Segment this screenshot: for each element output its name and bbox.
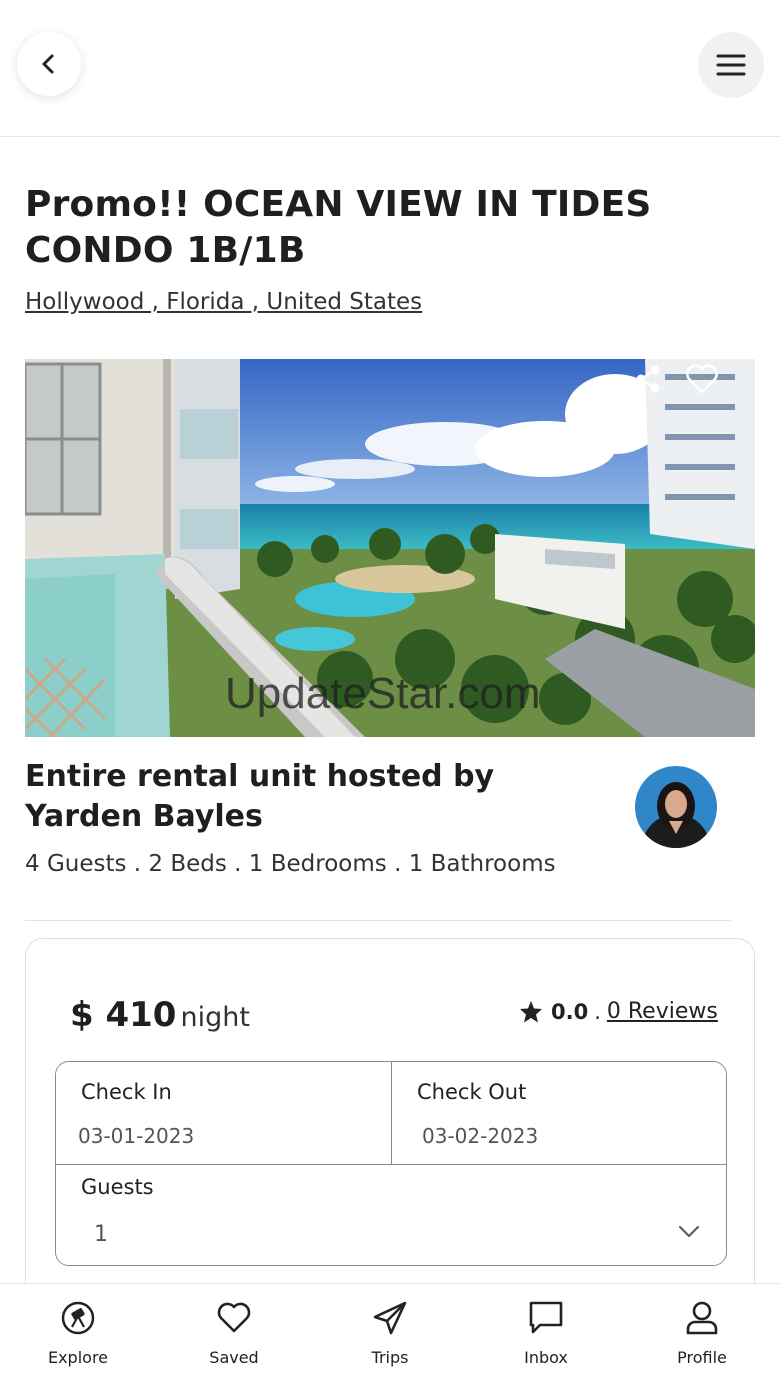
listing-title: Promo!! OCEAN VIEW IN TIDES CONDO 1B/1B (25, 184, 652, 271)
listing-location-link[interactable]: Hollywood , Florida , United States (25, 289, 422, 315)
host-avatar[interactable] (635, 766, 717, 848)
check-in-label: Check In (81, 1080, 172, 1104)
message-icon (529, 1301, 563, 1334)
field-divider-vertical (391, 1062, 392, 1164)
check-out-label: Check Out (417, 1080, 527, 1104)
listing-photo[interactable]: UpdateStar.com (25, 359, 755, 737)
user-icon (686, 1301, 718, 1335)
booking-card: $ 410 night 0.0 . 0 Reviews Check In 03-0… (25, 938, 755, 1318)
nav-item-inbox[interactable]: Inbox (486, 1284, 606, 1387)
reviews-link[interactable]: 0 Reviews (607, 999, 718, 1024)
section-divider (25, 920, 731, 921)
nav-item-explore[interactable]: Explore (18, 1284, 138, 1387)
favorite-button[interactable] (680, 359, 724, 399)
bottom-nav: Explore Saved Trips Inbox Profile (0, 1283, 780, 1387)
guests-select[interactable]: Guests 1 (56, 1165, 726, 1265)
check-in-field[interactable]: Check In 03-01-2023 (56, 1062, 391, 1164)
nav-item-label: Explore (47, 1348, 109, 1367)
nav-item-profile[interactable]: Profile (642, 1284, 762, 1387)
share-button[interactable] (630, 361, 666, 397)
chevron-left-icon (42, 54, 54, 74)
back-button[interactable] (17, 32, 81, 96)
check-out-field[interactable]: Check Out 03-02-2023 (392, 1062, 726, 1164)
heart-icon (217, 1302, 251, 1333)
host-title: Entire rental unit hosted by Yarden Bayl… (25, 759, 495, 834)
star-icon (520, 1000, 542, 1022)
price-unit: night (180, 1002, 250, 1033)
guests-label: Guests (81, 1175, 154, 1199)
price: $ 410 night (70, 995, 250, 1035)
listing-specs: 4 Guests . 2 Beds . 1 Bedrooms . 1 Bathr… (25, 851, 556, 877)
rating-score: 0.0 (551, 999, 589, 1024)
nav-item-label: Inbox (524, 1348, 568, 1367)
share-icon (636, 365, 660, 393)
nav-item-saved[interactable]: Saved (174, 1284, 294, 1387)
paper-plane-icon (373, 1301, 407, 1335)
rating: 0.0 . 0 Reviews (519, 999, 718, 1024)
check-in-value: 03-01-2023 (78, 1124, 195, 1148)
field-divider-horizontal (56, 1164, 726, 1165)
price-amount: $ 410 (70, 995, 177, 1035)
check-out-value: 03-02-2023 (422, 1124, 539, 1148)
rating-separator: . (594, 999, 601, 1024)
nav-item-label: Profile (677, 1348, 727, 1367)
nav-item-label: Trips (371, 1348, 409, 1367)
booking-form: Check In 03-01-2023 Check Out 03-02-2023… (55, 1061, 727, 1266)
host-avatar-image (635, 766, 717, 848)
top-bar (0, 0, 780, 137)
hamburger-menu-icon (716, 54, 746, 76)
menu-button[interactable] (698, 32, 764, 98)
heart-icon (686, 364, 718, 394)
explore-icon (61, 1301, 95, 1335)
guests-value: 1 (94, 1222, 108, 1247)
nav-item-trips[interactable]: Trips (330, 1284, 450, 1387)
photo-watermark: UpdateStar.com (225, 669, 541, 718)
chevron-down-icon (679, 1226, 699, 1237)
nav-item-label: Saved (209, 1348, 259, 1367)
